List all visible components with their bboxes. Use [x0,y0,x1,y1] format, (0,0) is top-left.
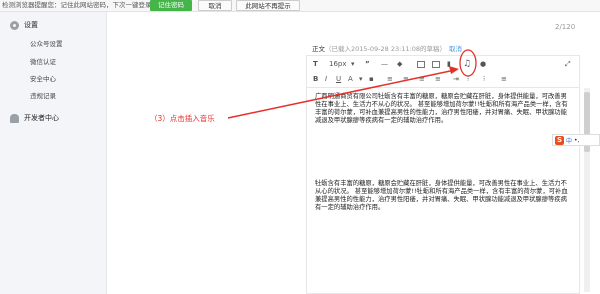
annotation-arrow-line [227,69,456,119]
annotation-label: （3）点击插入音乐 [150,114,215,123]
annotation-arrow-head [449,66,459,74]
annotation-overlay [227,49,477,119]
highlight-circle [459,49,477,77]
